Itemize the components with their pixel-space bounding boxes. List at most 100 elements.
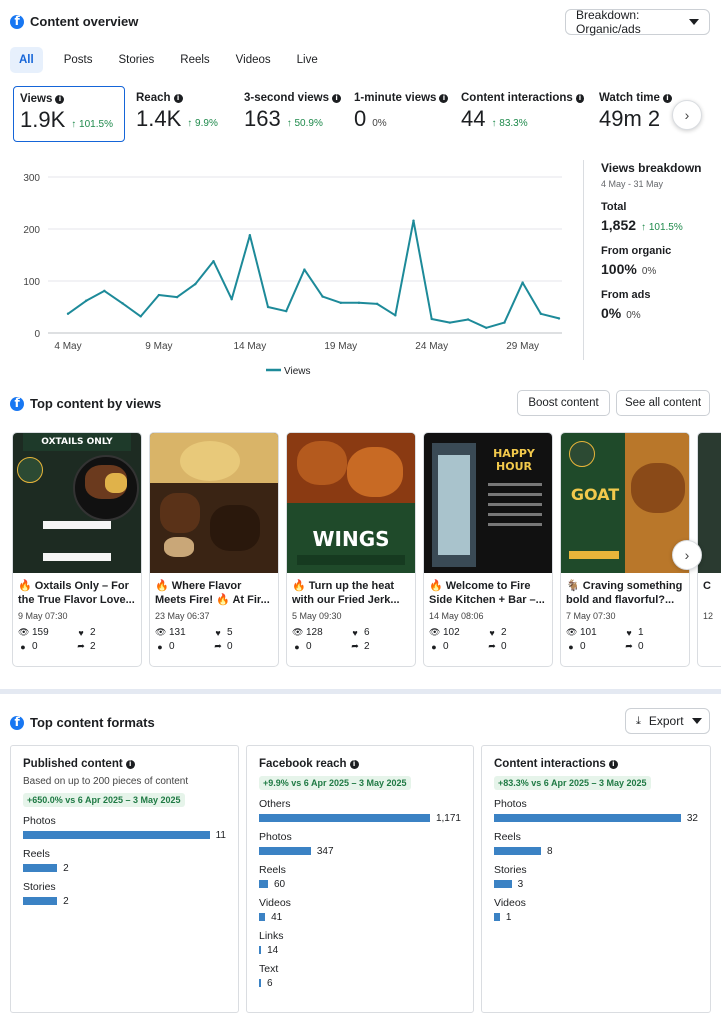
published-content-card: Published content i Based on up to 200 pi… xyxy=(10,745,239,1013)
info-icon[interactable]: i xyxy=(55,94,65,104)
metric-reach[interactable]: Reach i 1.4K ↑ 9.9% xyxy=(130,86,235,142)
breakdown-title: Views breakdown xyxy=(601,161,702,175)
data-point xyxy=(303,268,306,271)
tab-reels[interactable]: Reels xyxy=(171,47,218,73)
format-bar xyxy=(259,847,311,855)
export-icon: ⤓ xyxy=(636,714,641,727)
tab-posts[interactable]: Posts xyxy=(55,47,102,73)
caret-down-icon xyxy=(689,19,699,25)
format-label: Reels xyxy=(494,831,521,843)
format-label: Photos xyxy=(494,798,527,810)
published-title: Published content xyxy=(23,758,123,770)
metric-label: Watch time xyxy=(599,92,660,104)
format-value: 11 xyxy=(215,829,226,841)
heart-icon: ♥ xyxy=(626,627,632,638)
breakdown-dropdown[interactable]: Breakdown: Organic/ads xyxy=(565,8,710,36)
info-icon[interactable]: i xyxy=(349,759,359,769)
data-point xyxy=(175,295,179,299)
metric-label: 1-minute views xyxy=(354,92,437,104)
thumbnail-caption: OXTAILS ONLY xyxy=(41,437,113,447)
data-point xyxy=(139,315,142,318)
content-overview-title-text: Content overview xyxy=(30,14,139,29)
data-point xyxy=(466,318,470,321)
content-thumbnail[interactable] xyxy=(150,433,278,573)
boost-content-button[interactable]: Boost content xyxy=(517,390,610,416)
tab-stories[interactable]: Stories xyxy=(109,47,163,73)
views-count: 131 xyxy=(169,627,186,638)
metric-content-interactions[interactable]: Content interactions i 44 ↑ 83.3% xyxy=(455,86,590,142)
published-subtitle: Based on up to 200 pieces of content xyxy=(23,776,189,787)
data-point xyxy=(121,302,124,305)
info-icon[interactable]: i xyxy=(125,759,135,769)
tab-all[interactable]: All xyxy=(10,47,43,73)
content-card[interactable]: 🔥 Where Flavor Meets Fire! 🔥 At Fir... 2… xyxy=(149,432,279,667)
comment-icon: ● xyxy=(431,641,437,652)
breakdown-total-change: ↑ 101.5% xyxy=(641,222,683,233)
format-label: Photos xyxy=(23,815,56,827)
format-value: 41 xyxy=(271,911,283,923)
eye-icon: 👁 xyxy=(155,627,167,637)
metric-label: Reach xyxy=(136,92,171,104)
format-label: Stories xyxy=(494,864,527,876)
info-icon[interactable]: i xyxy=(173,93,183,103)
comments-count: 0 xyxy=(443,641,449,652)
format-label: Reels xyxy=(23,848,50,860)
likes-count: 1 xyxy=(638,627,644,638)
content-thumbnail[interactable]: WINGS xyxy=(287,433,415,573)
content-type-tabs: All Posts Stories Reels Videos Live xyxy=(10,47,327,73)
data-point xyxy=(485,326,488,329)
see-all-content-button[interactable]: See all content xyxy=(616,390,710,416)
data-point xyxy=(266,305,270,309)
top-content-carousel: OXTAILS ONLY 🔥 Oxtails Only – For the Tr… xyxy=(12,432,721,668)
breakdown-ads-value: 0% xyxy=(601,305,622,321)
content-overview-title: Content overview xyxy=(10,14,138,29)
reach-title: Facebook reach xyxy=(259,758,347,770)
content-card[interactable]: HAPPY HOUR 🔥 Welcome to Fire Side Kitche… xyxy=(423,432,553,667)
tab-live[interactable]: Live xyxy=(288,47,327,73)
eye-icon: 👁 xyxy=(18,627,30,637)
views-count: 101 xyxy=(580,627,597,638)
metric-1-minute-views[interactable]: 1-minute views i 0 0% xyxy=(348,86,456,142)
metric-3-second-views[interactable]: 3-second views i 163 ↑ 50.9% xyxy=(238,86,348,142)
info-icon[interactable]: i xyxy=(608,759,618,769)
export-dropdown[interactable]: ⤓ Export xyxy=(625,708,710,734)
eye-icon: 👁 xyxy=(429,627,441,637)
views-count: 102 xyxy=(443,627,460,638)
export-label: Export xyxy=(648,714,684,728)
facebook-icon xyxy=(10,715,24,730)
format-bar xyxy=(259,880,268,888)
heart-icon: ♥ xyxy=(489,627,495,638)
data-point xyxy=(557,317,561,320)
info-icon[interactable]: i xyxy=(439,93,449,103)
breakdown-organic-value: 100% xyxy=(601,261,637,277)
format-bar-item: Videos 41 xyxy=(259,897,461,923)
format-label: Others xyxy=(259,798,291,810)
info-icon[interactable]: i xyxy=(662,93,672,103)
comments-count: 0 xyxy=(169,641,175,652)
content-card[interactable]: OXTAILS ONLY 🔥 Oxtails Only – For the Tr… xyxy=(12,432,142,667)
metric-views[interactable]: Views i 1.9K ↑ 101.5% xyxy=(13,86,125,142)
tab-videos[interactable]: Videos xyxy=(227,47,280,73)
content-card[interactable]: WINGS 🔥 Turn up the heat with our Fried … xyxy=(286,432,416,667)
x-tick-label: 14 May xyxy=(233,341,266,352)
info-icon[interactable]: i xyxy=(575,93,584,103)
content-card[interactable]: GOAT 🐐 Craving something bold and flavor… xyxy=(560,432,690,667)
metric-change: ↑ 50.9% xyxy=(286,118,323,129)
data-point xyxy=(357,301,361,305)
views-count: 128 xyxy=(306,627,323,638)
comment-icon: ● xyxy=(20,641,26,652)
next-metrics-button[interactable]: › xyxy=(672,100,702,130)
info-icon[interactable]: i xyxy=(332,93,342,103)
format-label: Links xyxy=(259,930,284,942)
format-bar-item: Photos 32 xyxy=(494,798,698,824)
content-thumbnail[interactable]: HAPPY HOUR xyxy=(424,433,552,573)
chevron-right-icon: › xyxy=(684,107,690,123)
format-value: 1 xyxy=(505,911,512,923)
data-point xyxy=(430,317,433,321)
breakdown-ads-change: 0% xyxy=(626,310,641,321)
next-content-button[interactable]: › xyxy=(672,540,702,570)
content-thumbnail[interactable]: GOAT xyxy=(561,433,689,573)
content-thumbnail[interactable]: OXTAILS ONLY xyxy=(13,433,141,573)
comments-count: 0 xyxy=(306,641,312,652)
share-icon: ➦ xyxy=(351,641,359,651)
